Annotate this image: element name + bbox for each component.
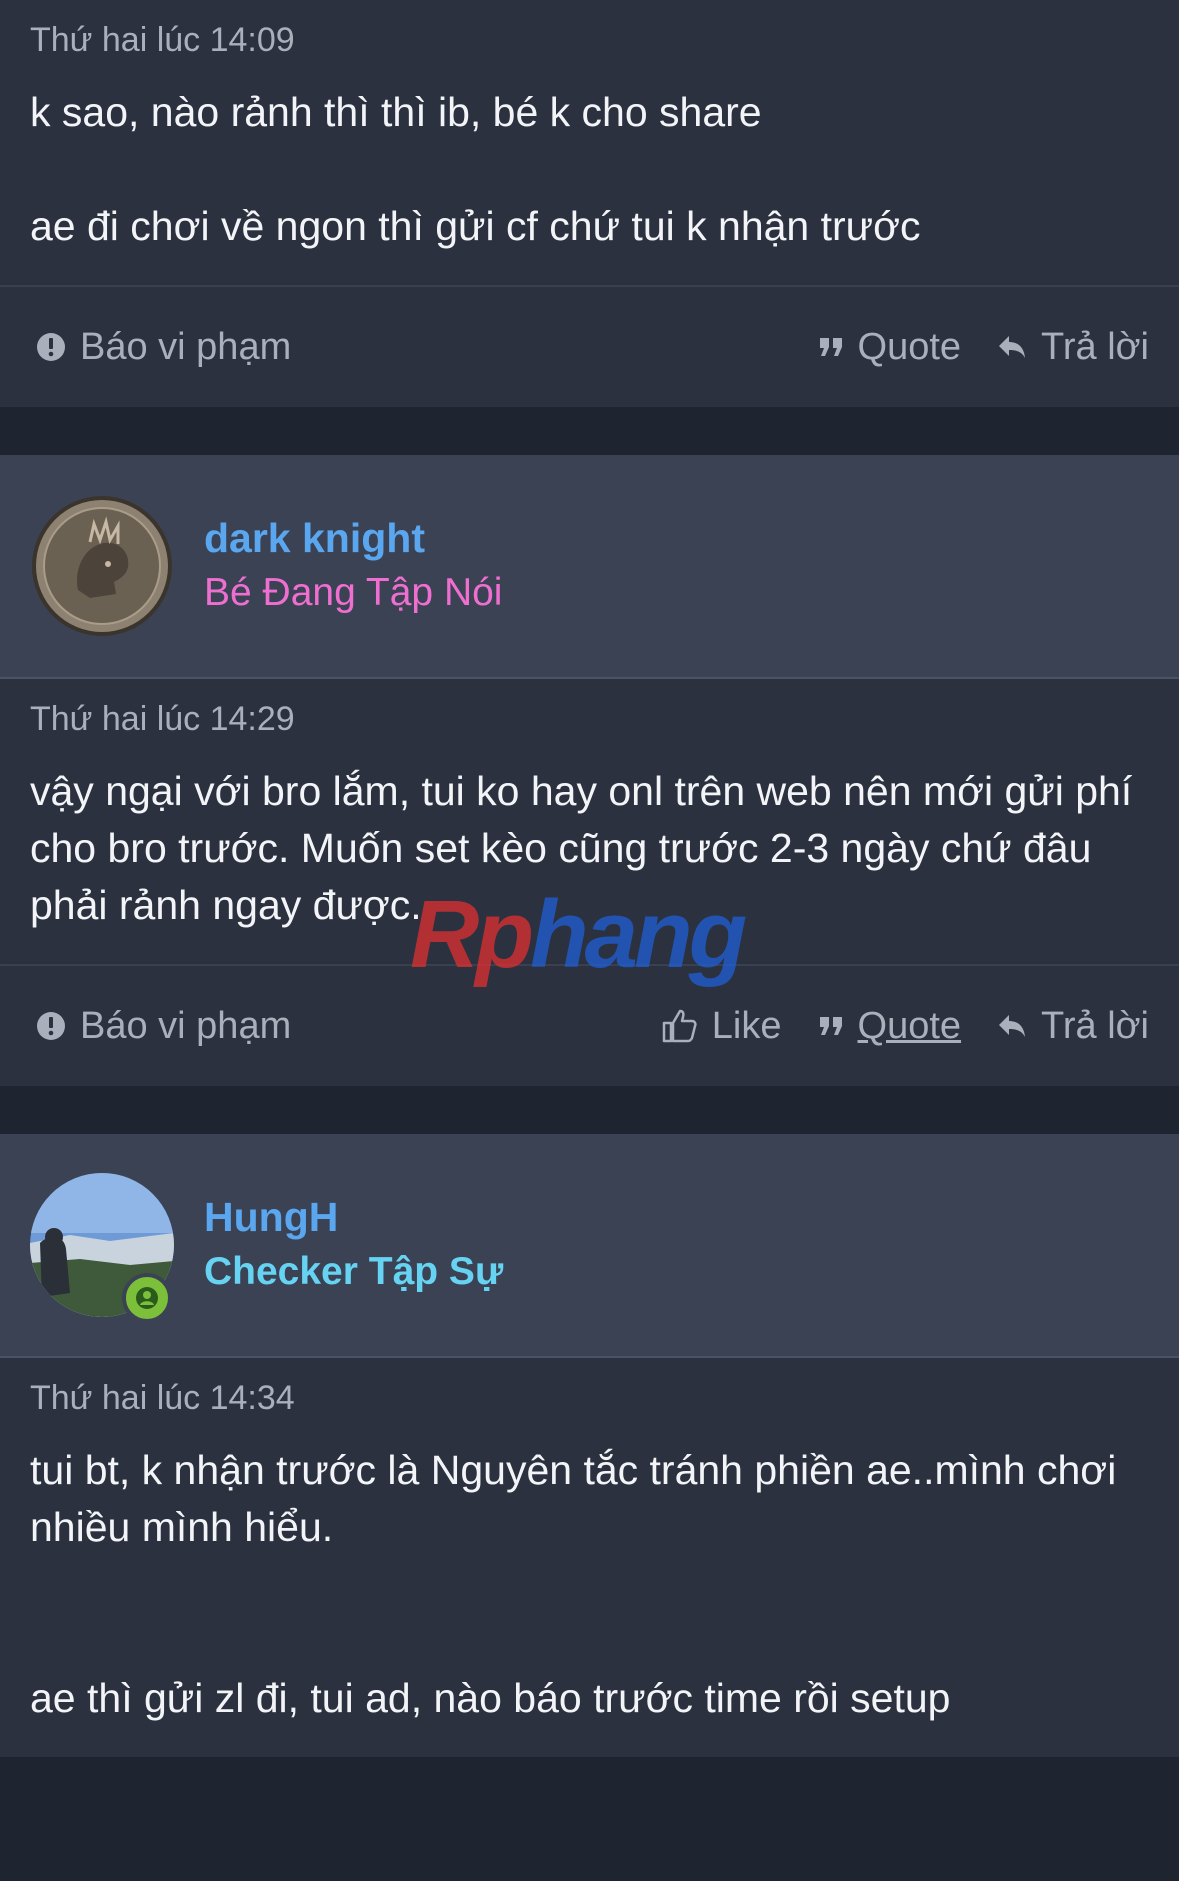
post-message: tui bt, k nhận trước là Nguyên tắc tránh…: [30, 1442, 1149, 1727]
post-body: Thứ hai lúc 14:29 vậy ngại với bro lắm, …: [0, 679, 1179, 966]
post-author: dark knight Bé Đang Tập Nói: [0, 455, 1179, 679]
message-line: k sao, nào rảnh thì thì ib, bé k cho sha…: [30, 89, 762, 135]
post-actions: Báo vi phạm Quote Trả lời: [0, 287, 1179, 407]
quote-button[interactable]: Quote: [818, 1004, 962, 1048]
reply-icon: [999, 336, 1026, 358]
user-title: Checker Tập Sự: [204, 1250, 504, 1293]
user-title: Bé Đang Tập Nói: [204, 571, 503, 614]
like-label: Like: [711, 1004, 782, 1047]
post-timestamp[interactable]: Thứ hai lúc 14:29: [30, 699, 1149, 739]
post-timestamp[interactable]: Thứ hai lúc 14:09: [30, 20, 1149, 60]
reply-label: Trả lời: [1041, 325, 1149, 368]
quote-icon: [819, 338, 842, 356]
user-icon: [136, 1287, 158, 1309]
message-line: nhiều mình hiểu.: [30, 1504, 334, 1550]
message-line: ae thì gửi zl đi, tui ad, nào báo trước …: [30, 1675, 951, 1721]
online-status-badge: [122, 1273, 172, 1323]
post-separator: [0, 1086, 1179, 1134]
post-body: Thứ hai lúc 14:34 tui bt, k nhận trước l…: [0, 1358, 1179, 1757]
reply-label: Trả lời: [1041, 1004, 1149, 1047]
alert-icon: [37, 1012, 65, 1040]
post-body: Thứ hai lúc 14:09 k sao, nào rảnh thì th…: [0, 0, 1179, 287]
message-line: phải rảnh ngay được.: [30, 882, 422, 928]
like-button[interactable]: Like: [660, 1005, 782, 1048]
message-line: cho bro trước. Muốn set kèo cũng trước 2…: [30, 825, 1092, 871]
author-info: HungH Checker Tập Sự: [204, 1190, 503, 1300]
post-actions: Báo vi phạm Like Quote Trả lời: [0, 966, 1179, 1086]
quote-label: Quote: [857, 325, 962, 368]
thumbs-up-icon: [662, 1009, 697, 1043]
post-message: vậy ngại với bro lắm, tui ko hay onl trê…: [30, 763, 1149, 934]
report-button[interactable]: Báo vi phạm: [36, 1005, 291, 1048]
alert-icon: [37, 333, 65, 361]
message-line: vậy ngại với bro lắm, tui ko hay onl trê…: [30, 768, 1133, 814]
reply-button[interactable]: Trả lời: [997, 1005, 1149, 1048]
avatar[interactable]: [30, 494, 174, 638]
avatar[interactable]: [30, 1173, 174, 1323]
reply-button[interactable]: Trả lời: [997, 326, 1149, 369]
post-author: HungH Checker Tập Sự: [0, 1134, 1179, 1358]
author-info: dark knight Bé Đang Tập Nói: [204, 511, 502, 621]
report-button[interactable]: Báo vi phạm: [36, 326, 291, 369]
post-timestamp[interactable]: Thứ hai lúc 14:34: [30, 1378, 1149, 1418]
report-label: Báo vi phạm: [80, 1004, 292, 1047]
message-line: ae đi chơi về ngon thì gửi cf chứ tui k …: [30, 203, 921, 249]
post-message: k sao, nào rảnh thì thì ib, bé k cho sha…: [30, 84, 1149, 255]
report-label: Báo vi phạm: [80, 325, 292, 368]
coin-avatar-image: [32, 496, 172, 636]
reply-icon: [999, 1015, 1026, 1037]
username[interactable]: HungH: [204, 1190, 503, 1244]
post-separator: [0, 407, 1179, 455]
quote-icon: [819, 1017, 842, 1035]
quote-button[interactable]: Quote: [818, 325, 962, 369]
quote-label: Quote: [857, 1004, 962, 1047]
message-line: tui bt, k nhận trước là Nguyên tắc tránh…: [30, 1447, 1117, 1493]
username[interactable]: dark knight: [204, 511, 502, 565]
